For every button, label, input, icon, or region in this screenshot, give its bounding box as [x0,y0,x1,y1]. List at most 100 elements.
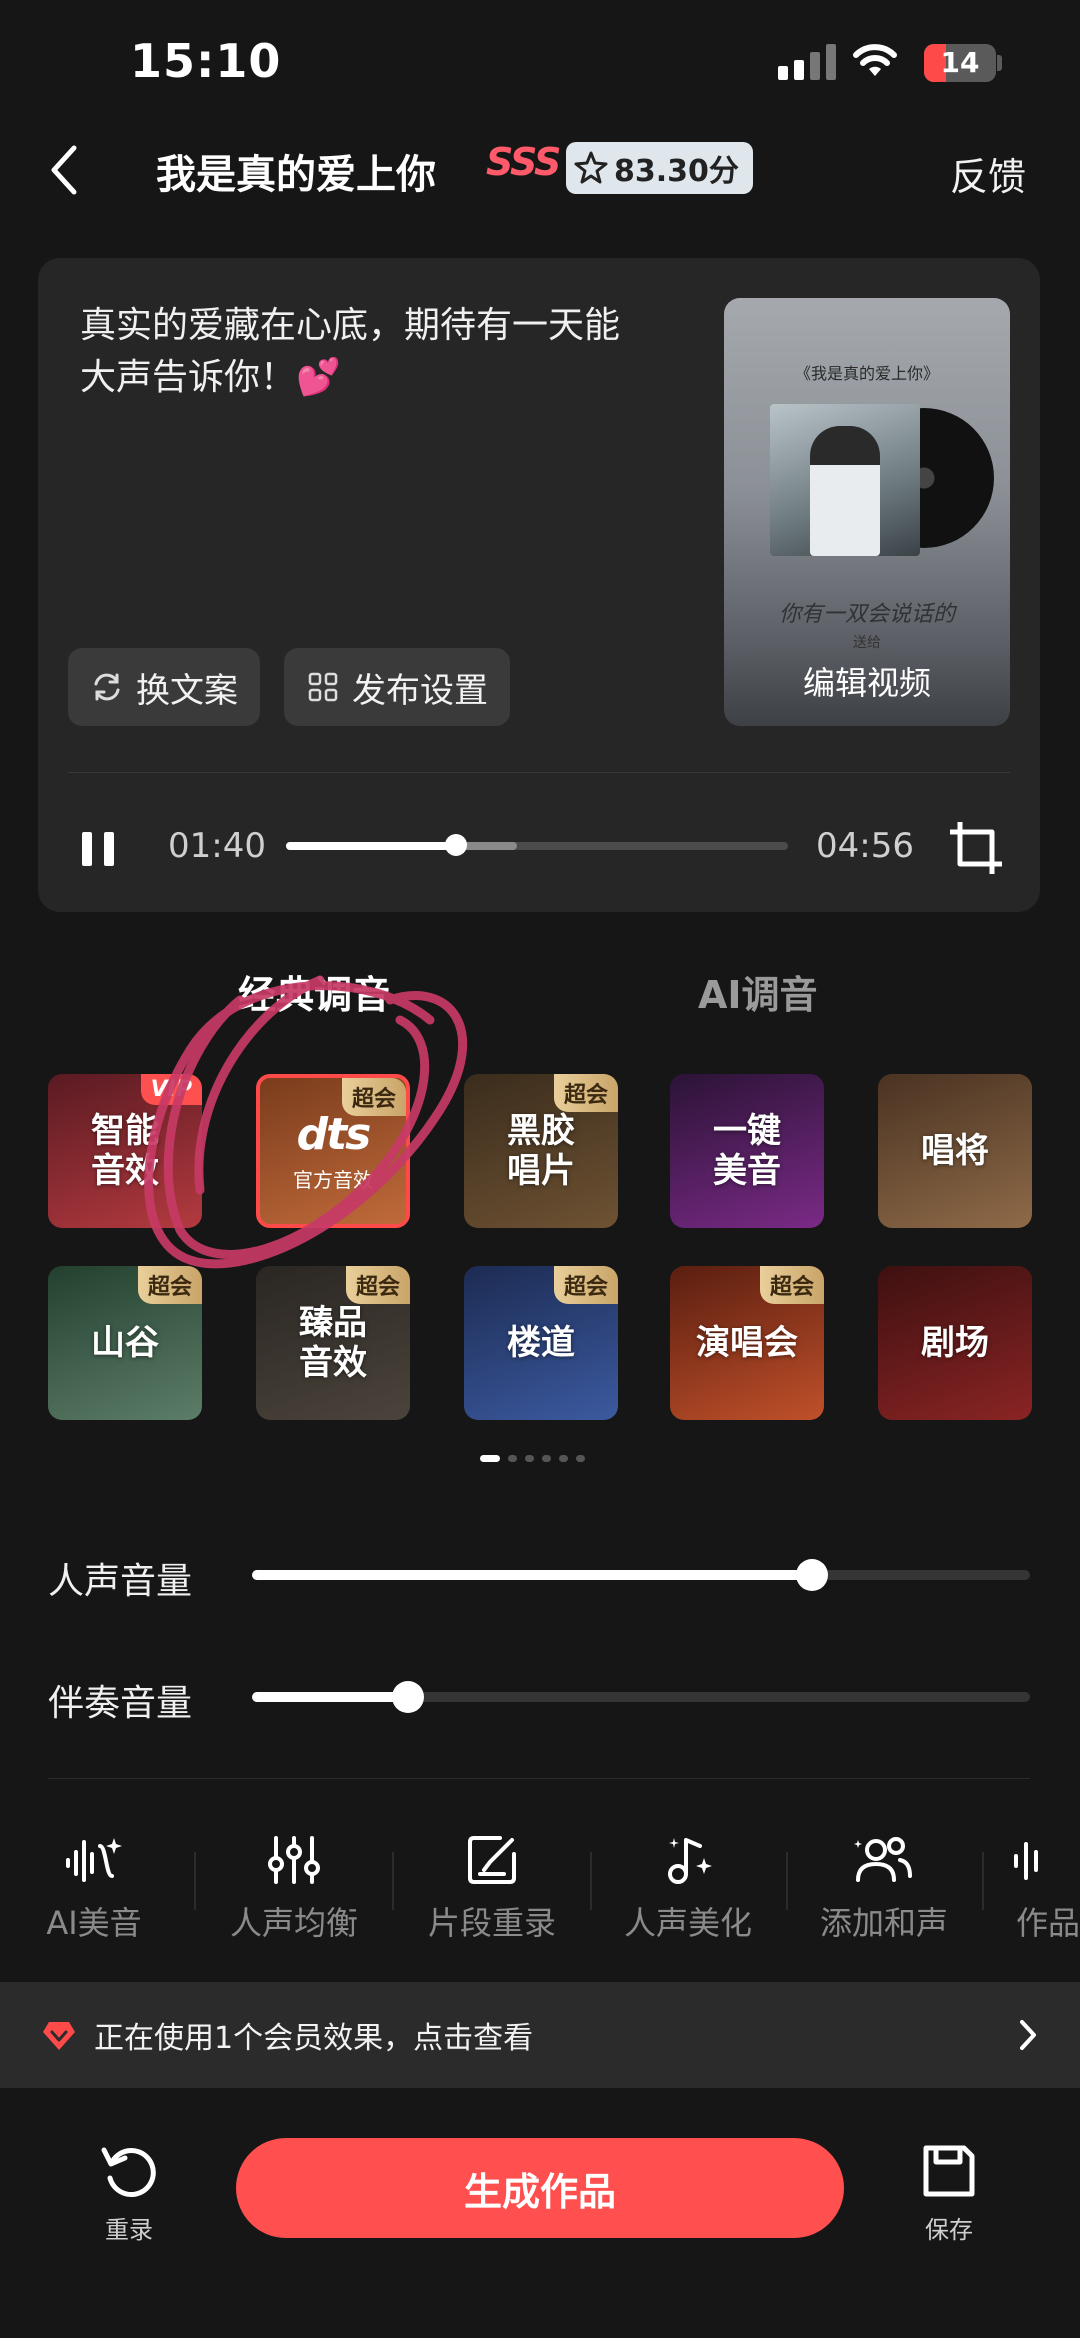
battery-level: 14 [940,46,980,79]
save-label: 保存 [925,2216,973,2244]
effect-tile-label: 演唱会 [696,1323,798,1363]
card-divider [68,772,1010,773]
page-dot [525,1455,534,1462]
effect-tile-label: 山谷 [91,1323,159,1363]
score-value: 83.30分 [614,154,739,189]
tool-add-harmony-label: 添加和声 [819,1904,948,1942]
song-title: 我是真的爱上你 [156,152,436,198]
save-button[interactable]: 保存 [894,2140,1004,2245]
tool-separator [786,1852,788,1910]
cellular-signal-icon [778,44,838,80]
effect-tile[interactable]: 黑胶 唱片 超会 [464,1074,618,1228]
effect-tile[interactable]: 臻品 音效 超会 [256,1266,410,1420]
tool-vocal-eq-label: 人声均衡 [229,1904,358,1942]
effect-tile-label: 官方音效 [293,1168,373,1192]
battery-icon: 14 [924,44,996,82]
tool-add-harmony[interactable]: 添加和声 [804,1832,964,1944]
music-sparkle-icon [668,1838,712,1884]
effect-tile[interactable]: dts 官方音效 超会 [256,1074,410,1228]
effect-tile-label: 智能 音效 [91,1111,159,1191]
effect-tile[interactable]: 一键 美音 [670,1074,824,1228]
effect-tile-label: 黑胶 唱片 [507,1111,575,1191]
current-time: 01:40 [168,826,266,866]
caption-text: 真实的爱藏在心底，期待有一天能大声告诉你！💕 [80,305,621,398]
chevron-left-icon[interactable] [40,140,90,200]
tool-separator [392,1852,394,1910]
member-effect-text: 正在使用1个会员效果，点击查看 [94,2021,534,2056]
page-dot [542,1455,551,1462]
cover-small-text: 送给 [853,635,881,651]
effect-tile-label: 剧场 [921,1323,989,1363]
edit-square-icon [468,1836,516,1884]
progress-fill [286,842,456,850]
grid-icon [308,672,338,702]
cover-script-text: 你有一双会说话的 [778,602,955,627]
tool-vocal-eq[interactable]: 人声均衡 [214,1832,374,1944]
change-caption-button[interactable]: 换文案 [68,648,260,726]
rerecord-icon [101,2147,156,2197]
chevron-right-icon [1020,2020,1036,2050]
tool-ai-beautify[interactable]: AI美音 [14,1832,174,1944]
star-icon [574,151,608,184]
member-badge: 超会 [553,1074,618,1112]
tool-works[interactable]: 作品 [1002,1832,1080,1944]
tool-vocal-beautify[interactable]: 人声美化 [608,1832,768,1944]
rerecord-button[interactable]: 重录 [74,2140,184,2245]
member-badge: 超会 [553,1266,618,1304]
effect-tile[interactable]: 山谷 超会 [48,1266,202,1420]
generate-work-button[interactable]: 生成作品 [236,2138,844,2238]
page-dot [480,1455,500,1462]
accompaniment-volume-knob[interactable] [391,1681,424,1713]
page-dot [508,1455,517,1462]
member-effect-banner[interactable]: 正在使用1个会员效果，点击查看 [0,1982,1080,2088]
tab-classic-tuning[interactable]: 经典调音 [238,964,390,1019]
effect-tile[interactable]: 剧场 [878,1266,1032,1420]
publish-settings-label: 发布设置 [352,670,488,711]
page-dot [576,1455,585,1462]
effect-tile[interactable]: 智能 音效 VIP [48,1074,202,1228]
tool-separator [194,1852,196,1910]
rank-badge: SSS [486,140,561,184]
change-caption-label: 换文案 [136,670,238,711]
member-badge: 超会 [341,1078,406,1116]
member-badge: 超会 [759,1266,824,1304]
vip-badge: VIP [140,1074,202,1105]
battery-nub [997,55,1002,71]
effect-tile-label: 臻品 音效 [299,1303,367,1383]
page-indicator [480,1455,585,1462]
tool-rerecord-segment[interactable]: 片段重录 [412,1832,572,1944]
tool-works-label: 作品 [1016,1904,1080,1942]
progress-knob[interactable] [444,834,467,856]
accompaniment-volume-fill [252,1692,408,1702]
score-badge: 83.30分 [566,142,753,194]
crop-icon[interactable] [946,818,1006,878]
effect-tile-label: 楼道 [507,1323,575,1363]
vocal-volume-label: 人声音量 [48,1561,193,1602]
pause-icon[interactable] [82,832,116,866]
tool-ai-beautify-label: AI美音 [46,1904,142,1942]
effect-tile[interactable]: 楼道 超会 [464,1266,618,1420]
effect-tile[interactable]: 演唱会 超会 [670,1266,824,1420]
album-art-image [770,404,920,556]
people-icon [854,1837,912,1882]
tool-separator [590,1852,592,1910]
section-divider [48,1778,1030,1779]
member-badge: 超会 [345,1266,410,1304]
tool-vocal-beautify-label: 人声美化 [623,1904,752,1942]
status-time: 15:10 [130,34,282,88]
refresh-icon [94,673,120,701]
effect-tile[interactable]: 唱将 [878,1074,1032,1228]
video-cover[interactable]: 《我是真的爱上你》 你有一双会说话的 送给 编辑视频 [724,298,1010,726]
tool-rerecord-segment-label: 片段重录 [427,1904,556,1942]
accompaniment-volume-label: 伴奏音量 [48,1683,193,1724]
edit-video-label: 编辑视频 [802,664,931,702]
cover-title: 《我是真的爱上你》 [794,364,939,383]
feedback-button[interactable]: 反馈 [950,146,1026,201]
effect-tile-label: 唱将 [921,1131,989,1171]
tab-ai-tuning[interactable]: AI调音 [698,964,818,1019]
vocal-volume-knob[interactable] [796,1559,829,1591]
publish-settings-button[interactable]: 发布设置 [284,648,510,726]
rerecord-label: 重录 [105,2216,153,2244]
page-dot [559,1455,568,1462]
save-icon [923,2145,975,2197]
